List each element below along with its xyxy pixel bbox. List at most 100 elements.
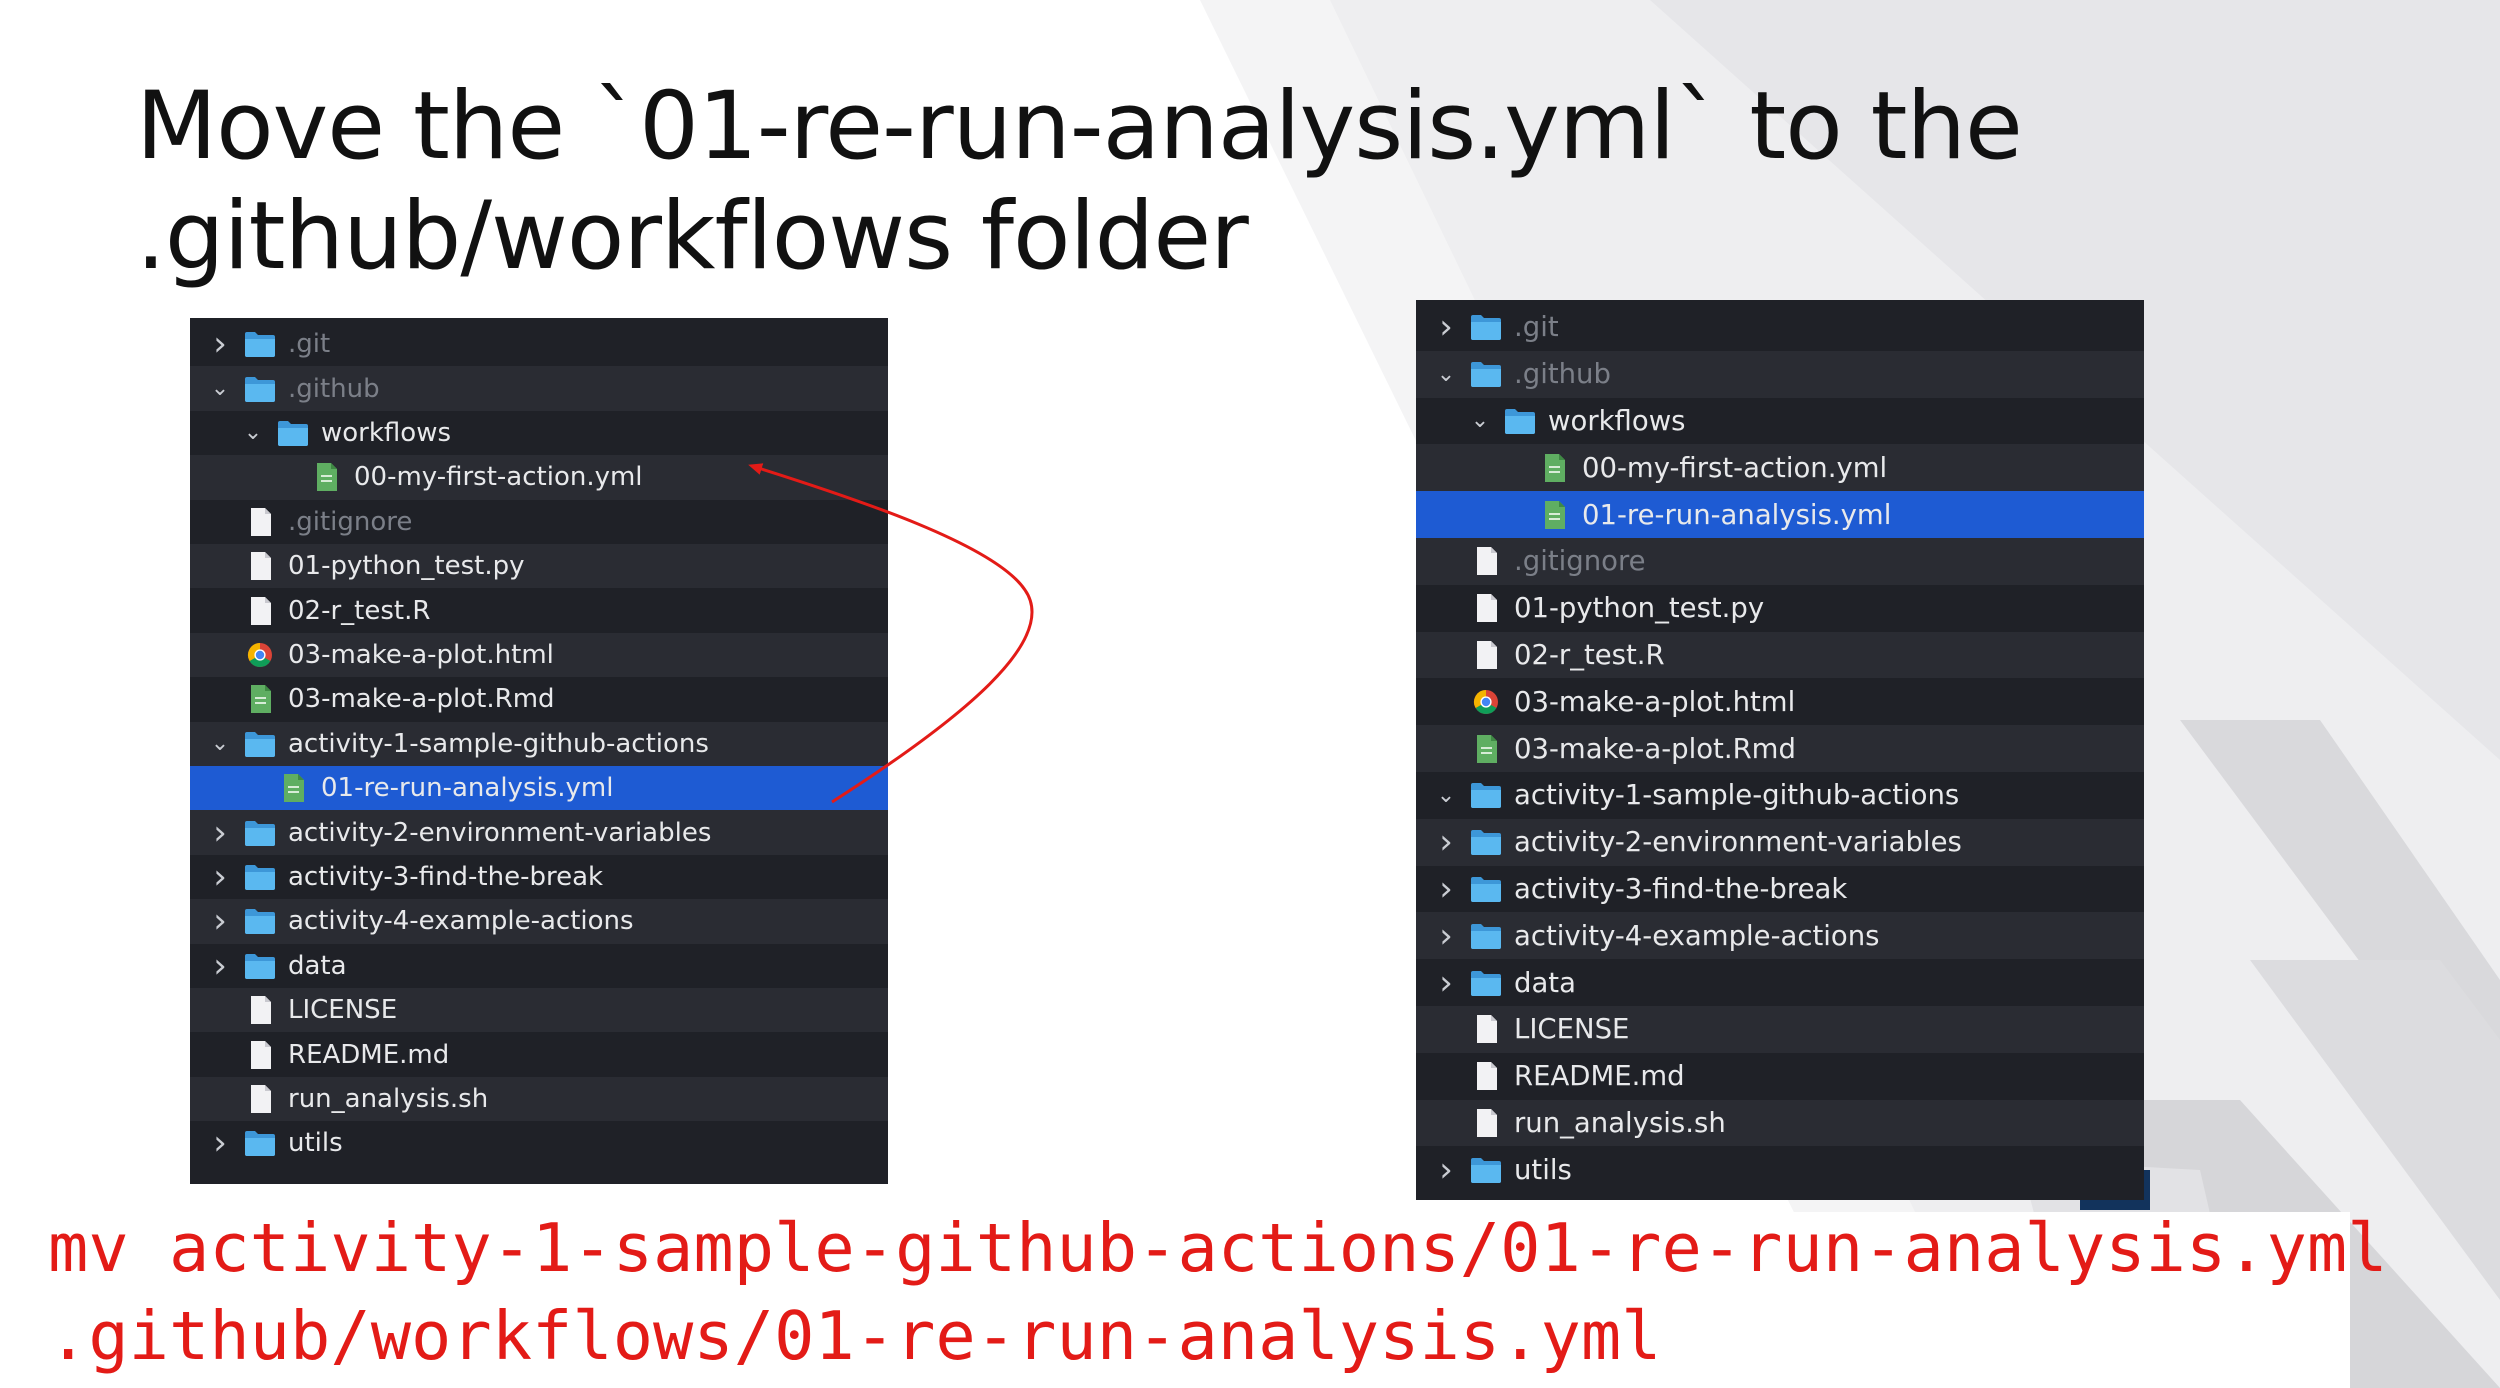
right-tree-row[interactable]: 01-python_test.py: [1416, 585, 2144, 632]
left-tree-row[interactable]: LICENSE: [190, 988, 888, 1033]
chevron-right-icon[interactable]: ›: [1434, 307, 1458, 347]
left-tree-row[interactable]: ⌄ workflows: [190, 411, 888, 455]
chevron-down-icon[interactable]: ⌄: [1468, 408, 1492, 433]
folder-icon: [1470, 313, 1502, 341]
right-tree-label: 03-make-a-plot.Rmd: [1514, 732, 1796, 765]
left-tree-row[interactable]: .gitignore: [190, 500, 888, 544]
left-tree-label: LICENSE: [288, 995, 398, 1026]
left-tree-row[interactable]: › data: [190, 944, 888, 988]
chevron-right-icon[interactable]: ›: [208, 946, 232, 986]
yml-file-icon: [244, 685, 276, 714]
folder-icon: [1470, 922, 1502, 950]
left-tree-row[interactable]: 01-python_test.py: [190, 544, 888, 589]
left-tree-row[interactable]: › utils: [190, 1121, 888, 1165]
left-tree-row[interactable]: › activity-4-example-actions: [190, 899, 888, 944]
chevron-down-icon[interactable]: ⌄: [1434, 783, 1458, 808]
chrome-icon: [1470, 688, 1502, 716]
right-tree-row[interactable]: ⌄ .github: [1416, 350, 2144, 398]
right-tree-row[interactable]: › activity-4-example-actions: [1416, 912, 2144, 960]
right-tree-row[interactable]: › activity-2-environment-variables: [1416, 818, 2144, 866]
right-tree-row[interactable]: 00-my-first-action.yml: [1416, 444, 2144, 492]
slide-title: Move the `01-re-run-analysis.yml` to the…: [136, 72, 2136, 292]
left-tree-row[interactable]: run_analysis.sh: [190, 1076, 888, 1122]
right-tree-label: README.md: [1514, 1060, 1685, 1093]
left-tree-label: activity-1-sample-github-actions: [288, 728, 709, 759]
file-icon: [244, 552, 276, 581]
right-tree-label: .github: [1514, 358, 1611, 391]
chevron-right-icon[interactable]: ›: [1434, 916, 1458, 956]
file-icon: [1470, 1108, 1502, 1137]
finder-tree-before: › .git ⌄ .github ⌄ workflows 00-my-first-actio…: [190, 318, 888, 1184]
left-tree-row[interactable]: 03-make-a-plot.Rmd: [190, 677, 888, 721]
chevron-right-icon[interactable]: ›: [208, 324, 232, 364]
folder-icon: [244, 730, 276, 758]
left-tree-row[interactable]: › .git: [190, 322, 888, 366]
folder-icon: [1470, 969, 1502, 997]
right-tree-label: 03-make-a-plot.html: [1514, 685, 1796, 718]
right-tree-label: workflows: [1548, 404, 1686, 437]
left-tree-label: activity-2-environment-variables: [288, 817, 712, 848]
file-icon: [1470, 547, 1502, 576]
right-tree-row[interactable]: 03-make-a-plot.html: [1416, 678, 2144, 725]
right-tree-row[interactable]: ⌄ workflows: [1416, 398, 2144, 445]
right-tree-row[interactable]: README.md: [1416, 1053, 2144, 1100]
left-tree-label: data: [288, 950, 347, 981]
right-tree-row[interactable]: › data: [1416, 959, 2144, 1006]
left-tree-row[interactable]: ⌄ .github: [190, 366, 888, 411]
slide-title-line-2: .github/workflows folder: [136, 182, 1249, 291]
mv-command-line-2: .github/workflows/01-re-run-analysis.yml: [48, 1297, 1662, 1375]
folder-icon: [244, 375, 276, 403]
left-tree-row[interactable]: 01-re-run-analysis.yml: [190, 766, 888, 811]
right-tree-row[interactable]: 03-make-a-plot.Rmd: [1416, 725, 2144, 772]
right-tree-row[interactable]: › utils: [1416, 1146, 2144, 1193]
folder-icon: [244, 952, 276, 980]
right-tree-row[interactable]: 02-r_test.R: [1416, 631, 2144, 679]
left-tree-label: 00-my-first-action.yml: [354, 462, 643, 493]
chevron-down-icon[interactable]: ⌄: [208, 731, 232, 756]
yml-file-icon: [1538, 500, 1570, 529]
right-tree-row[interactable]: run_analysis.sh: [1416, 1099, 2144, 1147]
left-tree-row[interactable]: 00-my-first-action.yml: [190, 455, 888, 500]
folder-icon: [1470, 828, 1502, 856]
left-tree-label: .github: [288, 373, 380, 404]
right-tree-label: LICENSE: [1514, 1013, 1630, 1046]
folder-icon: [244, 1129, 276, 1157]
left-tree-label: 01-python_test.py: [288, 551, 525, 582]
right-tree-label: run_analysis.sh: [1514, 1106, 1726, 1139]
left-tree-row[interactable]: 03-make-a-plot.html: [190, 632, 888, 678]
right-tree-label: 01-python_test.py: [1514, 592, 1765, 625]
right-tree-row[interactable]: .gitignore: [1416, 538, 2144, 585]
chevron-right-icon[interactable]: ›: [208, 857, 232, 897]
left-tree-label: activity-3-find-the-break: [288, 861, 604, 892]
right-tree-row[interactable]: › .git: [1416, 304, 2144, 351]
right-tree-row[interactable]: ⌄ activity-1-sample-github-actions: [1416, 772, 2144, 819]
right-tree-row[interactable]: 01-re-run-analysis.yml: [1416, 491, 2144, 538]
chevron-right-icon[interactable]: ›: [208, 901, 232, 941]
chevron-right-icon[interactable]: ›: [208, 1123, 232, 1163]
left-tree-row[interactable]: README.md: [190, 1032, 888, 1076]
right-tree-row[interactable]: › activity-3-find-the-break: [1416, 866, 2144, 913]
left-tree-row[interactable]: › activity-3-find-the-break: [190, 855, 888, 899]
mv-command-line-1: mv activity-1-sample-github-actions/01-r…: [48, 1209, 2388, 1287]
yml-file-icon: [1538, 453, 1570, 482]
left-tree-row[interactable]: ⌄ activity-1-sample-github-actions: [190, 721, 888, 766]
chevron-right-icon[interactable]: ›: [208, 813, 232, 853]
right-tree-label: data: [1514, 966, 1576, 999]
left-tree-label: 03-make-a-plot.Rmd: [288, 684, 555, 715]
left-tree-row[interactable]: 02-r_test.R: [190, 588, 888, 632]
chevron-right-icon[interactable]: ›: [1434, 822, 1458, 862]
left-tree-label: 03-make-a-plot.html: [288, 639, 554, 670]
left-tree-row[interactable]: › activity-2-environment-variables: [190, 810, 888, 855]
chevron-down-icon[interactable]: ⌄: [241, 420, 265, 445]
left-tree-label: activity-4-example-actions: [288, 906, 634, 937]
chevron-right-icon[interactable]: ›: [1434, 963, 1458, 1003]
left-tree-label: 02-r_test.R: [288, 595, 431, 626]
chevron-right-icon[interactable]: ›: [1434, 1150, 1458, 1190]
chevron-right-icon[interactable]: ›: [1434, 869, 1458, 909]
right-tree-label: 01-re-run-analysis.yml: [1582, 498, 1892, 531]
right-tree-label: activity-3-find-the-break: [1514, 872, 1848, 905]
chevron-down-icon[interactable]: ⌄: [208, 376, 232, 401]
folder-icon: [1504, 407, 1536, 435]
chevron-down-icon[interactable]: ⌄: [1434, 362, 1458, 387]
right-tree-row[interactable]: LICENSE: [1416, 1006, 2144, 1053]
